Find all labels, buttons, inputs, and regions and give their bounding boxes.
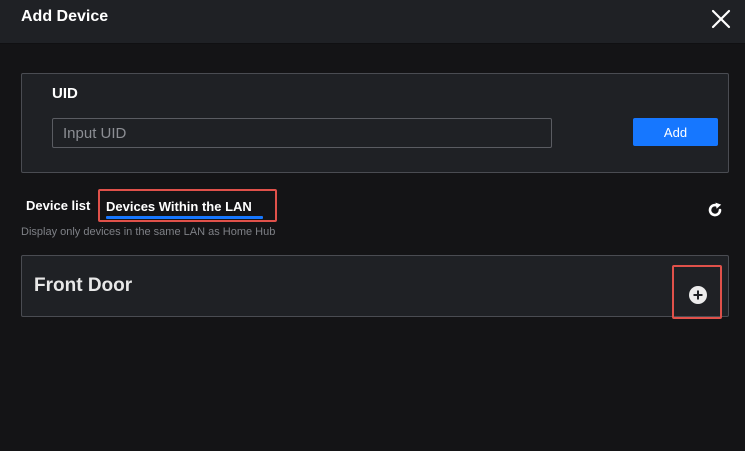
- uid-panel: UID Add: [21, 73, 729, 173]
- refresh-button[interactable]: [705, 200, 725, 220]
- lan-hint-text: Display only devices in the same LAN as …: [21, 226, 276, 238]
- device-card: Front Door: [21, 255, 729, 319]
- plus-circle-icon: [689, 286, 707, 304]
- uid-label: UID: [52, 85, 78, 102]
- tab-devices-within-lan[interactable]: Devices Within the LAN: [98, 189, 277, 222]
- tab-device-list[interactable]: Device list: [26, 198, 90, 213]
- dialog-header: Add Device: [0, 0, 745, 44]
- uid-input[interactable]: [52, 118, 552, 148]
- dialog-title: Add Device: [21, 8, 109, 25]
- refresh-icon: [708, 202, 722, 217]
- active-tab-indicator: [106, 216, 263, 219]
- close-icon: [711, 9, 731, 29]
- add-device-button[interactable]: [672, 265, 722, 319]
- tab-devices-within-lan-label: Devices Within the LAN: [106, 199, 252, 214]
- add-button[interactable]: Add: [633, 118, 718, 146]
- close-button[interactable]: [708, 6, 734, 32]
- device-name: Front Door: [34, 275, 133, 296]
